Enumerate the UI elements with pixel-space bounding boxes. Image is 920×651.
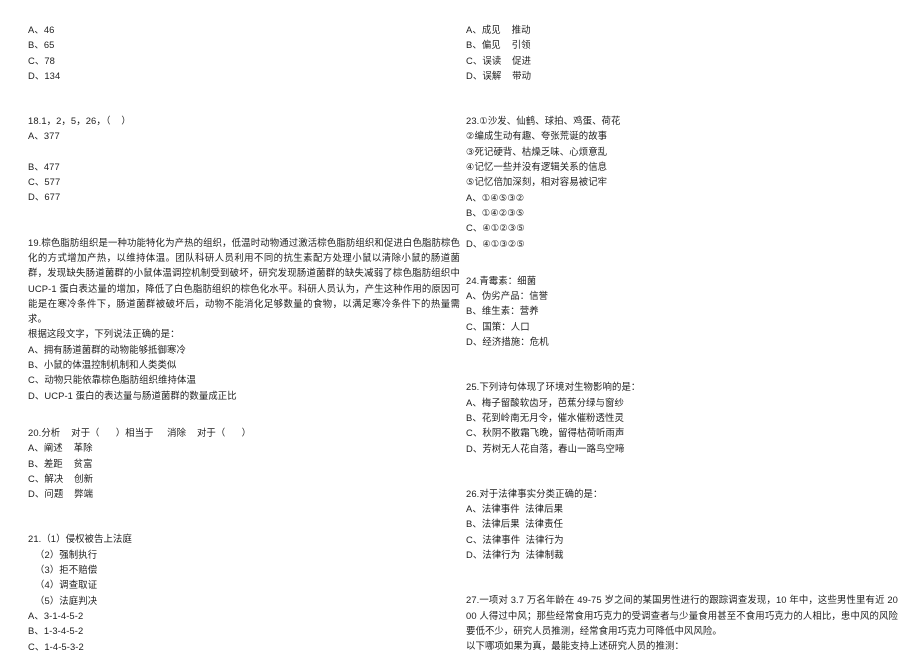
q17-option-c[interactable]: C、78: [28, 53, 460, 68]
question-25: 25.下列诗句体现了环境对生物影响的是： A、梅子留酸软齿牙，芭蕉分绿与窗纱 B…: [466, 379, 898, 455]
q20-option-d[interactable]: D、问题 弊端: [28, 486, 460, 501]
question-24: 24.青霉素：细菌 A、伪劣产品：信誉 B、维生素：营养 C、国策：人口 D、经…: [466, 273, 898, 349]
q22-option-c[interactable]: C、误读 促进: [466, 53, 898, 68]
q24-option-d[interactable]: D、经济措施：危机: [466, 334, 898, 349]
q21-option-b[interactable]: B、1-3-4-5-2: [28, 623, 460, 638]
question-20: 20.分析 对于（ ）相当于 消除 对于（ ） A、阐述 革除 B、差距 贫富 …: [28, 425, 460, 501]
q25-stem: 25.下列诗句体现了环境对生物影响的是：: [466, 381, 641, 393]
q22-option-b[interactable]: B、偏见 引领: [466, 37, 898, 52]
q17-option-d[interactable]: D、134: [28, 68, 460, 83]
q17-option-b[interactable]: B、65: [28, 37, 460, 52]
q21-item-5: （5）法庭判决: [35, 594, 98, 606]
question-27: 27.一项对 3.7 万名年龄在 49-75 岁之间的某国男性进行的跟踪调查发现…: [466, 592, 898, 651]
q23-item-4: ④记忆一些并没有逻辑关系的信息: [466, 161, 608, 173]
q25-option-a[interactable]: A、梅子留酸软齿牙，芭蕉分绿与窗纱: [466, 395, 898, 410]
q19-option-c[interactable]: C、动物只能依靠棕色脂肪组织维持体温: [28, 372, 460, 387]
q26-option-b[interactable]: B、法律后果 法律责任: [466, 516, 898, 531]
q27-question: 以下哪项如果为真，最能支持上述研究人员的推测：: [466, 640, 684, 651]
q21-option-a[interactable]: A、3-1-4-5-2: [28, 608, 460, 623]
q24-stem: 24.青霉素：细菌: [466, 274, 537, 286]
q26-option-c[interactable]: C、法律事件 法律行为: [466, 532, 898, 547]
q20-stem: 20.分析 对于（ ）相当于 消除 对于（ ）: [28, 426, 252, 438]
q18-inner-gap: [28, 144, 460, 159]
question-22-options: A、成见 推动 B、偏见 引领 C、误读 促进 D、误解 带动: [466, 22, 898, 83]
q21-item-4: （4）调查取证: [35, 579, 98, 591]
q23-item-3: ③死记硬背、枯燥乏味、心烦意乱: [466, 145, 608, 157]
gap-after-q26: [466, 562, 898, 592]
right-column: A、成见 推动 B、偏见 引领 C、误读 促进 D、误解 带动 23.①沙发、仙…: [466, 0, 898, 651]
q21-item-2: （2）强制执行: [35, 548, 98, 560]
q18-option-a[interactable]: A、377: [28, 128, 460, 143]
gap-after-q18: [28, 205, 460, 235]
q24-option-c[interactable]: C、国策：人口: [466, 319, 898, 334]
q18-stem: 18.1，2，5，26，（ ）: [28, 115, 131, 127]
q20-option-b[interactable]: B、差距 贫富: [28, 456, 460, 471]
top-spacer-left: [28, 0, 460, 22]
q20-option-a[interactable]: A、阐述 革除: [28, 440, 460, 455]
top-spacer-right: [466, 0, 898, 22]
q19-option-d[interactable]: D、UCP-1 蛋白的表达量与肠道菌群的数量成正比: [28, 388, 460, 403]
question-19: 19.棕色脂肪组织是一种功能特化为产热的组织，低温时动物通过激活棕色脂肪组织和促…: [28, 235, 460, 403]
q26-option-d[interactable]: D、法律行为 法律制裁: [466, 547, 898, 562]
gap-after-q20: [28, 501, 460, 531]
q23-option-a[interactable]: A、①④⑤③②: [466, 190, 898, 205]
q23-option-d[interactable]: D、④①③②⑤: [466, 236, 898, 251]
q22-option-a[interactable]: A、成见 推动: [466, 22, 898, 37]
q19-question: 根据这段文字，下列说法正确的是：: [28, 328, 180, 340]
question-18: 18.1，2，5，26，（ ） A、377 B、477 C、577 D、677: [28, 113, 460, 204]
gap-after-q19: [28, 403, 460, 425]
q20-option-c[interactable]: C、解决 创新: [28, 471, 460, 486]
q25-option-d[interactable]: D、芳树无人花自落，春山一路鸟空啼: [466, 441, 898, 456]
q23-item-1: 23.①沙发、仙鹤、球拍、鸡蛋、荷花: [466, 115, 621, 127]
question-23: 23.①沙发、仙鹤、球拍、鸡蛋、荷花 ②编成生动有趣、夸张荒诞的故事 ③死记硬背…: [466, 113, 898, 251]
gap-after-q24: [466, 349, 898, 379]
q27-passage: 27.一项对 3.7 万名年龄在 49-75 岁之间的某国男性进行的跟踪调查发现…: [466, 594, 898, 636]
q26-stem: 26.对于法律事实分类正确的是：: [466, 487, 603, 499]
q17-option-a[interactable]: A、46: [28, 22, 460, 37]
gap-after-q23: [466, 251, 898, 273]
left-column: A、46 B、65 C、78 D、134 18.1，2，5，26，（ ） A、3…: [28, 0, 460, 651]
q24-option-b[interactable]: B、维生素：营养: [466, 303, 898, 318]
q19-passage: 19.棕色脂肪组织是一种功能特化为产热的组织，低温时动物通过激活棕色脂肪组织和促…: [28, 236, 463, 325]
q25-option-c[interactable]: C、秋阴不散霜飞晚，留得枯荷听雨声: [466, 425, 898, 440]
gap-after-q25: [466, 456, 898, 486]
q26-option-a[interactable]: A、法律事件 法律后果: [466, 501, 898, 516]
gap-after-q17: [28, 83, 460, 113]
q21-item-3: （3）拒不赔偿: [35, 564, 98, 576]
q25-option-b[interactable]: B、花到岭南无月令，催水催粉透性灵: [466, 410, 898, 425]
q23-option-c[interactable]: C、④①②③⑤: [466, 220, 898, 235]
question-21: 21.（1）侵权被告上法庭 （2）强制执行 （3）拒不赔偿 （4）调查取证 （5…: [28, 531, 460, 651]
q24-option-a[interactable]: A、伪劣产品：信誉: [466, 288, 898, 303]
q19-option-b[interactable]: B、小鼠的体温控制机制和人类类似: [28, 357, 460, 372]
question-17-options: A、46 B、65 C、78 D、134: [28, 22, 460, 83]
q18-option-c[interactable]: C、577: [28, 174, 460, 189]
question-26: 26.对于法律事实分类正确的是： A、法律事件 法律后果 B、法律后果 法律责任…: [466, 486, 898, 562]
q21-option-c[interactable]: C、1-4-5-3-2: [28, 639, 460, 651]
q21-item-1: 21.（1）侵权被告上法庭: [28, 533, 132, 545]
q23-item-2: ②编成生动有趣、夸张荒诞的故事: [466, 130, 608, 142]
q22-option-d[interactable]: D、误解 带动: [466, 68, 898, 83]
exam-page: A、46 B、65 C、78 D、134 18.1，2，5，26，（ ） A、3…: [0, 0, 920, 651]
q23-option-b[interactable]: B、①④②③⑤: [466, 205, 898, 220]
q19-option-a[interactable]: A、拥有肠道菌群的动物能够抵御寒冷: [28, 342, 460, 357]
q18-option-b[interactable]: B、477: [28, 159, 460, 174]
gap-after-q22: [466, 83, 898, 113]
q18-option-d[interactable]: D、677: [28, 189, 460, 204]
q23-item-5: ⑤记忆倍加深刻，相对容易被记牢: [466, 176, 608, 188]
